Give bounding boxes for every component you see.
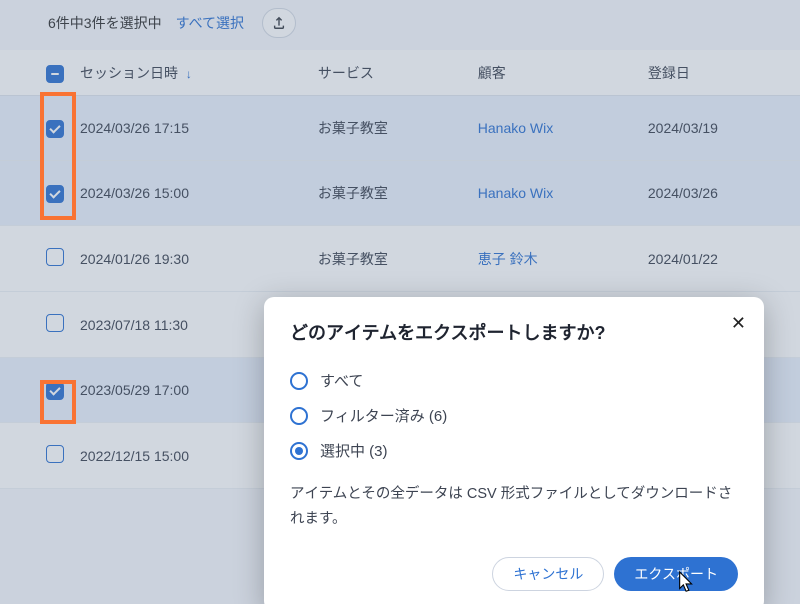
cell-customer[interactable]: Hanako Wix xyxy=(470,161,640,226)
row-checkbox[interactable] xyxy=(46,314,64,332)
radio-label: フィルター済み (6) xyxy=(320,405,447,426)
col-service[interactable]: サービス xyxy=(310,50,470,96)
cell-customer[interactable]: Hanako Wix xyxy=(470,96,640,161)
cell-registered: 2024/03/19 xyxy=(640,96,800,161)
row-checkbox[interactable] xyxy=(46,382,64,400)
col-registered[interactable]: 登録日 xyxy=(640,50,800,96)
row-checkbox[interactable] xyxy=(46,185,64,203)
selected-count: 6件中3件を選択中 xyxy=(48,13,162,33)
cell-datetime: 2024/03/26 17:15 xyxy=(72,96,310,161)
cell-service: お菓子教室 xyxy=(310,96,470,161)
radio-icon xyxy=(290,407,308,425)
dialog-title: どのアイテムをエクスポートしますか? xyxy=(290,319,738,345)
radio-label: すべて xyxy=(320,370,363,391)
cancel-button[interactable]: キャンセル xyxy=(492,557,604,591)
cell-service: お菓子教室 xyxy=(310,161,470,226)
upload-icon xyxy=(272,16,286,30)
cell-registered: 2024/01/22 xyxy=(640,226,800,292)
dialog-description: アイテムとその全データは CSV 形式ファイルとしてダウンロードされます。 xyxy=(290,482,738,531)
cell-service: お菓子教室 xyxy=(310,226,470,292)
cell-registered: 2024/03/26 xyxy=(640,161,800,226)
header-checkbox[interactable] xyxy=(46,65,64,83)
col-customer[interactable]: 顧客 xyxy=(470,50,640,96)
cell-customer[interactable]: 恵子 鈴木 xyxy=(470,226,640,292)
selection-toolbar: 6件中3件を選択中 すべて選択 xyxy=(0,0,800,50)
radio-label: 選択中 (3) xyxy=(320,440,388,461)
close-icon[interactable]: ✕ xyxy=(731,313,746,334)
export-button[interactable]: エクスポート xyxy=(614,557,738,591)
row-checkbox[interactable] xyxy=(46,120,64,138)
export-dialog: ✕ どのアイテムをエクスポートしますか? すべて フィルター済み (6) 選択中… xyxy=(264,297,764,604)
radio-option-selected[interactable]: 選択中 (3) xyxy=(290,433,738,468)
export-icon-button[interactable] xyxy=(262,8,296,38)
table-row[interactable]: 2024/01/26 19:30お菓子教室恵子 鈴木2024/01/22 xyxy=(0,226,800,292)
sort-arrow-icon: ↓ xyxy=(186,67,192,81)
radio-option-all[interactable]: すべて xyxy=(290,363,738,398)
table-row[interactable]: 2024/03/26 17:15お菓子教室Hanako Wix2024/03/1… xyxy=(0,96,800,161)
row-checkbox[interactable] xyxy=(46,248,64,266)
table-row[interactable]: 2024/03/26 15:00お菓子教室Hanako Wix2024/03/2… xyxy=(0,161,800,226)
col-datetime-label: セッション日時 xyxy=(80,65,178,81)
radio-icon xyxy=(290,442,308,460)
cell-datetime: 2024/01/26 19:30 xyxy=(72,226,310,292)
radio-option-filtered[interactable]: フィルター済み (6) xyxy=(290,398,738,433)
col-datetime[interactable]: セッション日時 ↓ xyxy=(72,50,310,96)
row-checkbox[interactable] xyxy=(46,445,64,463)
select-all-link[interactable]: すべて選択 xyxy=(176,13,244,33)
cell-datetime: 2024/03/26 15:00 xyxy=(72,161,310,226)
radio-icon xyxy=(290,372,308,390)
